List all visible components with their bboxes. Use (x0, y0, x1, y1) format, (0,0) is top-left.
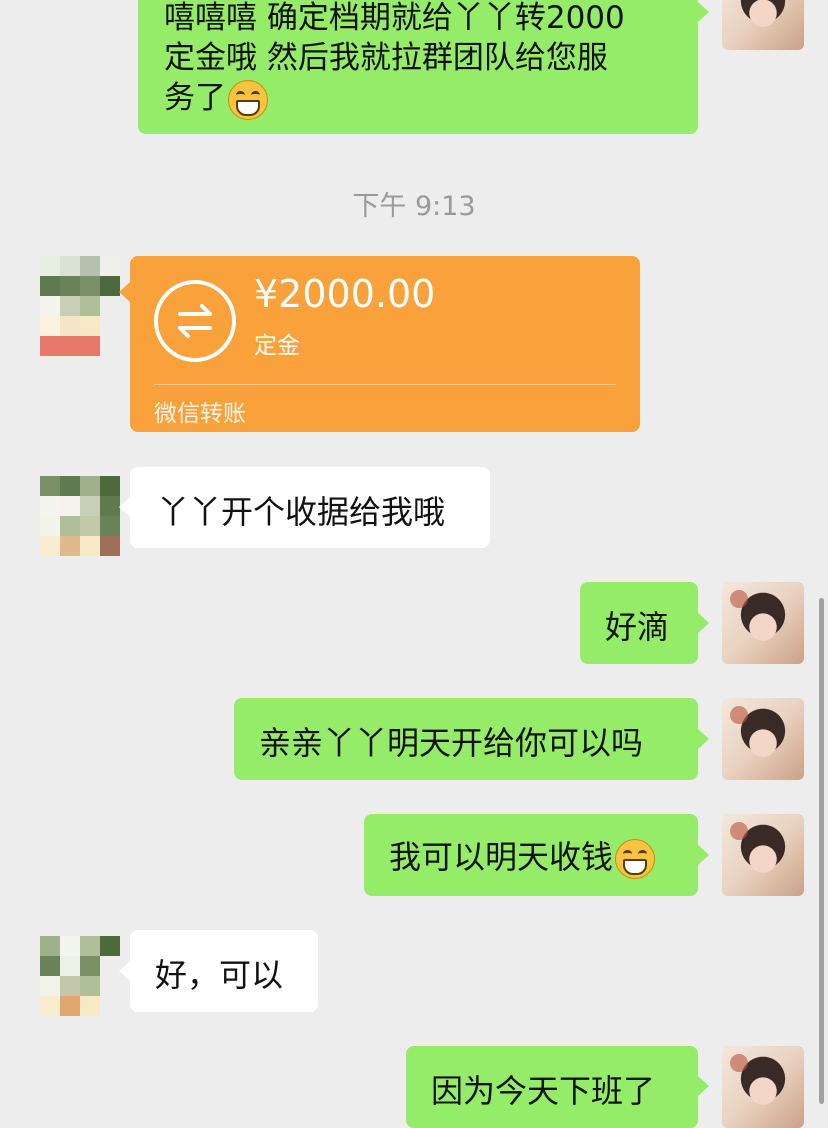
outgoing-message-bubble[interactable]: 好滴 (580, 582, 698, 664)
contact-avatar[interactable] (40, 936, 120, 1016)
message-text: 亲亲丫丫明天开给你可以吗 (259, 724, 644, 762)
bubble-tail (119, 497, 130, 517)
divider (154, 384, 616, 385)
scrollbar[interactable] (819, 598, 824, 1104)
bubble-tail (698, 2, 709, 22)
message-text-line: 务了 (164, 78, 676, 120)
bubble-tail (119, 282, 130, 302)
my-avatar[interactable] (722, 0, 804, 50)
wechat-transfer-card[interactable]: ¥2000.00 定金 微信转账 (130, 256, 640, 432)
outgoing-message-bubble[interactable]: 因为今天下班了 (406, 1046, 698, 1128)
incoming-message-bubble[interactable]: 丫丫开个收据给我哦 (130, 467, 490, 548)
message-text-line: 嘻嘻嘻 确定档期就给丫丫转2000 (164, 0, 625, 36)
bubble-tail (698, 613, 709, 633)
time-divider: 下午 9:13 (352, 191, 476, 222)
incoming-message-bubble[interactable]: 好，可以 (130, 930, 318, 1012)
transfer-brand-label: 微信转账 (154, 401, 246, 427)
message-text: 好，可以 (155, 956, 284, 994)
message-text: 因为今天下班了 (431, 1072, 656, 1110)
contact-avatar[interactable] (40, 476, 120, 556)
my-avatar[interactable] (722, 814, 804, 896)
bubble-tail (698, 845, 709, 865)
transfer-note: 定金 (254, 333, 300, 359)
my-avatar[interactable] (722, 1046, 804, 1128)
message-text: 丫丫开个收据给我哦 (157, 493, 446, 531)
message-text: 好滴 (605, 608, 670, 646)
outgoing-message-bubble[interactable]: 我可以明天收钱 (364, 814, 698, 896)
outgoing-message-bubble[interactable]: 嘻嘻嘻 确定档期就给丫丫转2000 定金哦 然后我就拉群团队给您服 务了 (138, 0, 698, 134)
my-avatar[interactable] (722, 698, 804, 780)
grin-emoji-icon (228, 79, 268, 120)
transfer-arrows-icon (154, 280, 236, 362)
message-text-line: 定金哦 然后我就拉群团队给您服 (164, 40, 608, 76)
outgoing-message-bubble[interactable]: 亲亲丫丫明天开给你可以吗 (234, 698, 698, 780)
bubble-tail (698, 729, 709, 749)
bubble-tail (698, 1076, 709, 1096)
bubble-tail (119, 961, 130, 981)
grin-emoji-icon (615, 839, 656, 879)
message-text: 我可以明天收钱 (389, 832, 698, 879)
my-avatar[interactable] (722, 582, 804, 664)
contact-avatar[interactable] (40, 256, 120, 356)
transfer-amount: ¥2000.00 (254, 272, 436, 316)
